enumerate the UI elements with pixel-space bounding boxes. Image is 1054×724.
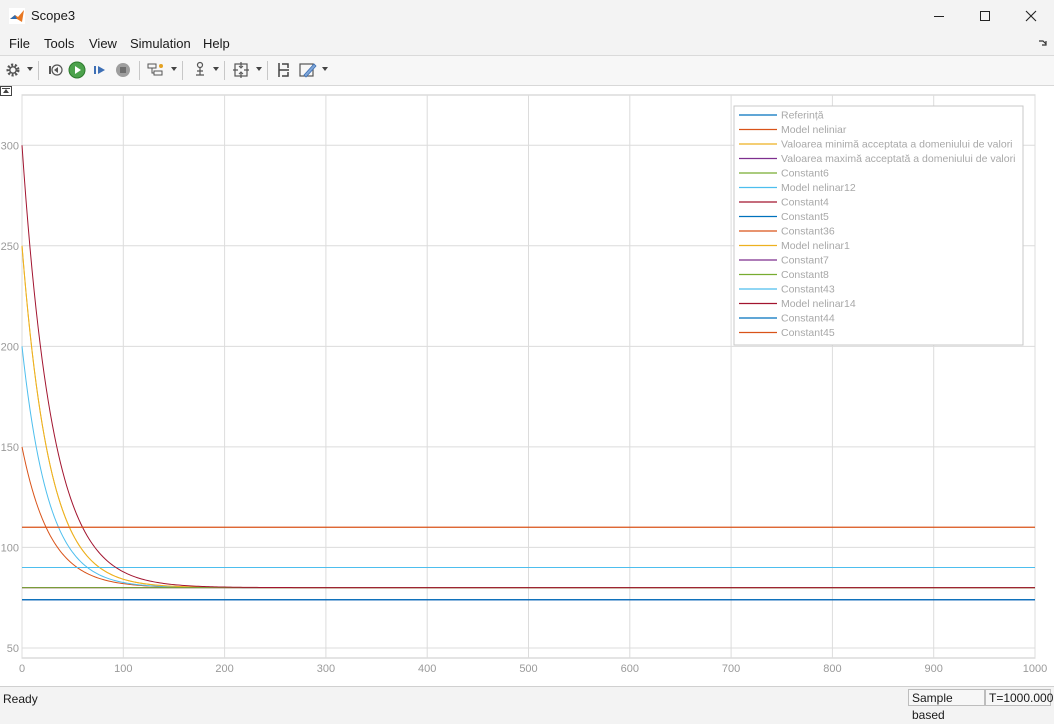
window-title: Scope3 [31,8,76,23]
menu-view[interactable]: View [89,36,117,51]
stop-button[interactable] [113,60,133,80]
step-back-button[interactable] [45,60,65,80]
scope-chart[interactable]: 0 100 200 300 400 500 600 700 800 900 1000 50 100 150… [0,86,1054,687]
scope-plot-area[interactable]: 0 100 200 300 400 500 600 700 800 900 1000 50 100 150… [0,85,1054,687]
menu-simulation[interactable]: Simulation [130,36,191,51]
triggers-button[interactable] [190,60,210,80]
x-tick-label: 0 [19,663,25,675]
legend-entry[interactable]: Constant6 [781,168,829,180]
x-tick-label: 500 [519,663,537,675]
cursor-measure-icon [278,63,289,77]
y-tick-label: 250 [1,241,19,253]
style-button[interactable] [298,60,318,80]
x-tick-label: 100 [114,663,132,675]
toolstrip-expand-icon[interactable] [1038,38,1048,48]
y-tick-label: 50 [7,643,19,655]
legend-entry[interactable]: Constant36 [781,226,835,238]
sample-mode-indicator: Sample based [908,689,985,722]
legend-entry[interactable]: Model nelinar1 [781,240,850,252]
menu-file[interactable]: File [9,36,30,51]
triggers-dropdown-icon[interactable] [213,67,219,71]
zoom-fit-icon [233,62,249,78]
legend-entry[interactable]: Constant44 [781,313,835,325]
menu-help[interactable]: Help [203,36,230,51]
y-tick-label: 300 [1,140,19,152]
minimize-icon [934,16,944,17]
legend-entry[interactable]: Constant8 [781,269,829,281]
zoom-fit-button[interactable] [231,60,251,80]
step-forward-button[interactable] [90,60,110,80]
x-tick-label: 300 [317,663,335,675]
y-tick-label: 150 [1,442,19,454]
settings-icon [6,63,20,77]
signal-select-icon [147,63,163,76]
maximize-icon [980,11,990,21]
legend-entry[interactable]: Valoarea maximă acceptată a domeniului d… [781,153,1015,165]
toolbar-separator [224,61,225,80]
y-tick-label: 100 [1,542,19,554]
step-forward-icon [94,66,105,74]
legend-entry[interactable]: Constant43 [781,284,835,296]
x-tick-label: 400 [418,663,436,675]
x-tick-label: 800 [823,663,841,675]
close-icon [1025,10,1037,22]
x-tick-label: 1000 [1023,663,1047,675]
legend-entry[interactable]: Constant45 [781,327,835,339]
minimize-button[interactable] [916,0,962,32]
settings-button[interactable] [3,60,23,80]
toolbar [0,55,1054,86]
signal-select-dropdown-icon[interactable] [171,67,177,71]
cursor-measure-button[interactable] [274,60,294,80]
style-dropdown-icon[interactable] [322,67,328,71]
stop-icon [116,63,130,77]
legend-entry[interactable]: Constant4 [781,197,829,209]
signal-select-button[interactable] [146,60,166,80]
toolbar-separator [182,61,183,80]
x-tick-label: 600 [621,663,639,675]
title-bar: Scope3 [0,0,1054,32]
x-tick-label: 700 [722,663,740,675]
run-icon [68,61,86,79]
step-back-icon [49,64,63,76]
legend-entry[interactable]: Constant7 [781,255,829,267]
legend[interactable]: Referință Model neliniar Valoarea minimă a… [733,105,1024,346]
toolbar-separator [38,61,39,80]
toolbar-separator [267,61,268,80]
x-tick-label: 200 [215,663,233,675]
legend-entry[interactable]: Referință [781,110,824,122]
legend-entry[interactable]: Valoarea minimă acceptata a domeniului d… [781,139,1013,151]
legend-entry[interactable]: Model nelinar14 [781,298,856,310]
run-button[interactable] [67,60,87,80]
legend-entry[interactable]: Model neliniar [781,124,847,136]
close-button[interactable] [1008,0,1054,32]
status-bar: Ready Sample based T=1000.000 [0,686,1054,722]
undock-icon[interactable] [0,86,12,96]
menu-tools[interactable]: Tools [44,36,74,51]
y-tick-label: 200 [1,341,19,353]
status-ready-text: Ready [3,692,38,706]
maximize-button[interactable] [962,0,1008,32]
settings-dropdown-icon[interactable] [27,67,33,71]
toolbar-separator [139,61,140,80]
menu-bar: File Tools View Simulation Help [0,32,1054,55]
style-icon [299,63,317,78]
x-tick-label: 900 [925,663,943,675]
simulation-time-indicator: T=1000.000 [985,689,1053,706]
legend-entry[interactable]: Constant5 [781,211,829,223]
triggers-icon [196,61,204,76]
legend-entry[interactable]: Model nelinar12 [781,182,856,194]
matlab-logo-icon [9,8,25,24]
zoom-dropdown-icon[interactable] [256,67,262,71]
